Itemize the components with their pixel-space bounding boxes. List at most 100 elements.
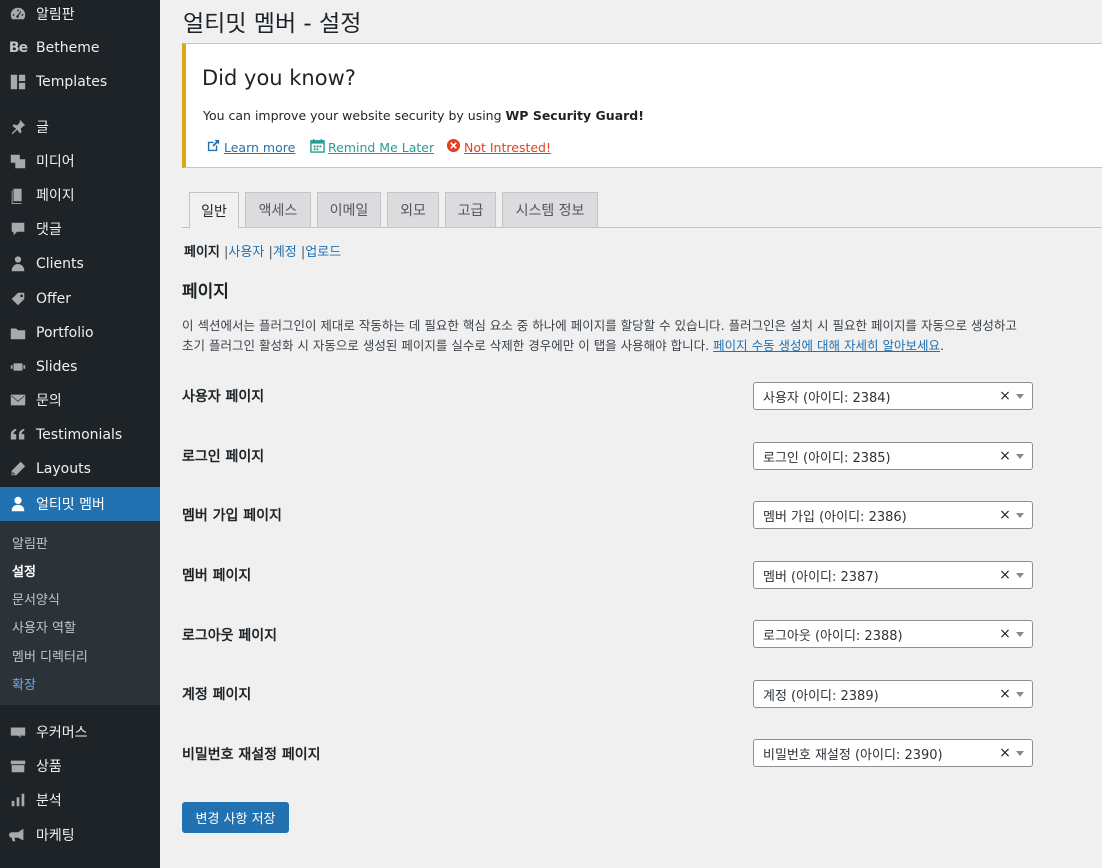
sidebar-item-label: Betheme xyxy=(36,40,100,56)
learn-more-link[interactable]: Learn more xyxy=(206,138,295,156)
subnav-users[interactable]: 사용자 xyxy=(228,245,264,260)
tab-divider xyxy=(182,227,1102,228)
logout-page-select[interactable]: 로그아웃 (아이디: 2388) × xyxy=(753,620,1033,648)
section-description-line2: 초기 플러그인 활성화 시 자동으로 생성된 페이지를 실수로 삭제한 경우에만… xyxy=(182,338,944,353)
sidebar-item-products[interactable]: 상품 xyxy=(0,749,160,783)
password-reset-page-select[interactable]: 비밀번호 재설정 (아이디: 2390) × xyxy=(753,739,1033,767)
tab-advanced[interactable]: 고급 xyxy=(445,192,496,227)
clear-icon[interactable]: × xyxy=(998,745,1012,761)
sidebar-item-betheme[interactable]: Be Betheme xyxy=(0,31,160,65)
sidebar-item-offer[interactable]: Offer xyxy=(0,282,160,316)
sidebar-item-label: 상품 xyxy=(36,759,62,775)
members-page-label: 멤버 페이지 xyxy=(182,568,252,584)
members-page-select[interactable]: 멤버 (아이디: 2387) × xyxy=(753,561,1033,589)
tab-email[interactable]: 이메일 xyxy=(317,192,381,227)
products-icon xyxy=(0,757,36,775)
manual-pages-link[interactable]: 페이지 수동 생성에 대해 자세히 알아보세요 xyxy=(713,338,940,353)
sidebar-item-label: Slides xyxy=(36,359,78,375)
sidebar-item-marketing[interactable]: 마케팅 xyxy=(0,818,160,852)
chevron-down-icon[interactable] xyxy=(1016,393,1024,399)
chevron-down-icon[interactable] xyxy=(1016,691,1024,697)
tab-general[interactable]: 일반 xyxy=(189,192,239,228)
chevron-down-icon[interactable] xyxy=(1016,572,1024,578)
user-icon xyxy=(0,495,36,513)
sidebar-item-label: Portfolio xyxy=(36,325,94,341)
sidebar-item-label: 페이지 xyxy=(36,188,75,204)
clear-icon[interactable]: × xyxy=(998,686,1012,702)
notice-heading: Did you know? xyxy=(202,66,356,90)
calendar-icon xyxy=(310,138,325,156)
clear-icon[interactable]: × xyxy=(998,388,1012,404)
sidebar-item-layouts[interactable]: Layouts xyxy=(0,452,160,486)
subnav-account[interactable]: 계정 xyxy=(273,245,297,260)
login-page-select[interactable]: 로그인 (아이디: 2385) × xyxy=(753,442,1033,470)
page-icon xyxy=(0,186,36,204)
sidebar-item-label: 글 xyxy=(36,120,49,136)
tab-system-info[interactable]: 시스템 정보 xyxy=(502,192,598,227)
sidebar-item-contact[interactable]: 문의 xyxy=(0,383,160,417)
sidebar-item-dashboard[interactable]: 알림판 xyxy=(0,0,160,31)
ultimate-member-submenu: 알림판 설정 문서양식 사용자 역할 멤버 디렉터리 확장 xyxy=(0,521,160,705)
clients-icon xyxy=(0,255,36,273)
chevron-down-icon[interactable] xyxy=(1016,453,1024,459)
sidebar-item-label: 분석 xyxy=(36,793,62,809)
password-reset-page-label: 비밀번호 재설정 페이지 xyxy=(182,747,321,763)
media-icon xyxy=(0,152,36,170)
not-interested-link[interactable]: Not Intrested! xyxy=(446,138,551,156)
select-value: 로그인 (아이디: 2385) xyxy=(763,450,891,466)
dashboard-icon xyxy=(0,5,36,23)
clear-icon[interactable]: × xyxy=(998,507,1012,523)
sidebar-item-label: Templates xyxy=(36,74,108,90)
sidebar-item-portfolio[interactable]: Portfolio xyxy=(0,316,160,350)
sidebar-item-label: Clients xyxy=(36,256,84,272)
mail-icon xyxy=(0,391,36,409)
submenu-item-settings[interactable]: 설정 xyxy=(12,561,36,580)
subnav-uploads[interactable]: 업로드 xyxy=(305,245,341,260)
account-page-select[interactable]: 계정 (아이디: 2389) × xyxy=(753,680,1033,708)
subnav-pages[interactable]: 페이지 xyxy=(184,245,220,260)
user-page-select[interactable]: 사용자 (아이디: 2384) × xyxy=(753,382,1033,410)
sidebar-item-pages[interactable]: 페이지 xyxy=(0,178,160,212)
clear-icon[interactable]: × xyxy=(998,626,1012,642)
section-subnav: 페이지 |사용자 |계정 |업로드 xyxy=(184,245,342,260)
chevron-down-icon[interactable] xyxy=(1016,750,1024,756)
submenu-item-extensions[interactable]: 확장 xyxy=(12,674,36,693)
submenu-item-dashboard[interactable]: 알림판 xyxy=(12,533,48,552)
submenu-item-user-roles[interactable]: 사용자 역할 xyxy=(12,617,76,636)
submenu-item-forms[interactable]: 문서양식 xyxy=(12,589,60,608)
save-changes-button[interactable]: 변경 사항 저장 xyxy=(182,802,289,833)
betheme-icon: Be xyxy=(8,40,28,56)
logout-page-label: 로그아웃 페이지 xyxy=(182,628,278,644)
user-page-label: 사용자 페이지 xyxy=(182,389,265,405)
sidebar-item-media[interactable]: 미디어 xyxy=(0,144,160,178)
chevron-down-icon[interactable] xyxy=(1016,631,1024,637)
sidebar-item-ultimate-member[interactable]: 얼티밋 멤버 xyxy=(0,487,160,521)
sidebar-item-templates[interactable]: Templates xyxy=(0,65,160,99)
sidebar-item-comments[interactable]: 댓글 xyxy=(0,212,160,246)
section-description-line1: 이 섹션에서는 플러그인이 제대로 작동하는 데 필요한 핵심 요소 중 하나에… xyxy=(182,318,1017,333)
sidebar-item-label: 문의 xyxy=(36,393,62,409)
select-value: 로그아웃 (아이디: 2388) xyxy=(763,628,903,644)
sidebar-item-posts[interactable]: 글 xyxy=(0,110,160,144)
sidebar-item-woocommerce[interactable]: 우커머스 xyxy=(0,715,160,749)
sidebar-item-label: Testimonials xyxy=(36,427,123,443)
register-page-select[interactable]: 멤버 가입 (아이디: 2386) × xyxy=(753,501,1033,529)
sidebar-item-label: 마케팅 xyxy=(36,828,75,844)
remind-later-link[interactable]: Remind Me Later xyxy=(310,138,434,156)
clear-icon[interactable]: × xyxy=(998,567,1012,583)
sidebar-item-slides[interactable]: Slides xyxy=(0,350,160,384)
tab-appearance[interactable]: 외모 xyxy=(387,192,439,227)
sidebar-item-label: 우커머스 xyxy=(36,725,88,741)
submenu-item-member-directory[interactable]: 멤버 디렉터리 xyxy=(12,646,88,665)
select-value: 비밀번호 재설정 (아이디: 2390) xyxy=(763,747,943,763)
sidebar-item-clients[interactable]: Clients xyxy=(0,247,160,281)
select-value: 계정 (아이디: 2389) xyxy=(763,688,879,704)
notice-product-name: WP Security Guard! xyxy=(505,108,644,123)
chevron-down-icon[interactable] xyxy=(1016,512,1024,518)
sidebar-item-testimonials[interactable]: Testimonials xyxy=(0,418,160,452)
select-value: 사용자 (아이디: 2384) xyxy=(763,390,891,406)
sidebar-item-analytics[interactable]: 분석 xyxy=(0,783,160,817)
tab-access[interactable]: 액세스 xyxy=(245,192,311,227)
clear-icon[interactable]: × xyxy=(998,448,1012,464)
sidebar-item-label: 댓글 xyxy=(36,222,62,238)
